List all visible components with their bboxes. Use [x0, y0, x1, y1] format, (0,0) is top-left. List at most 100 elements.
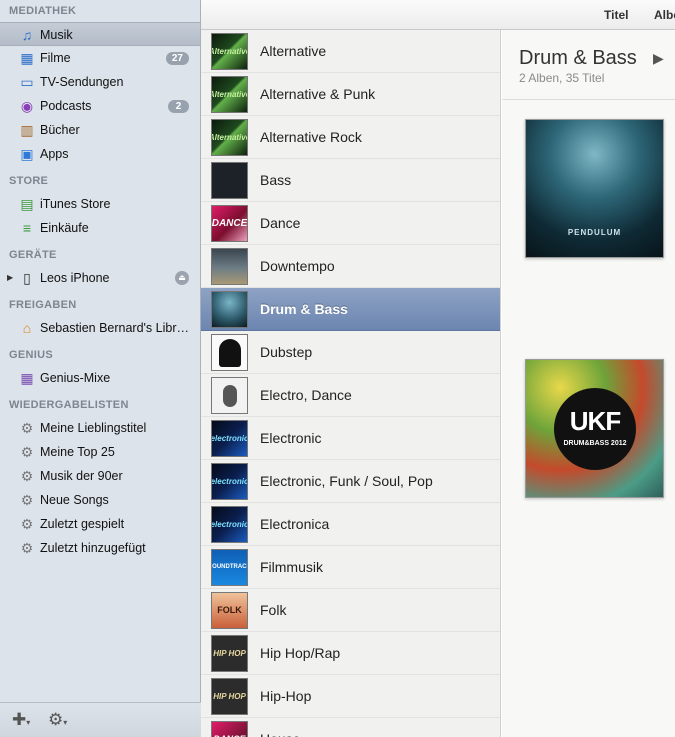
genre-label: House	[260, 718, 300, 737]
sidebar-item-label: Genius-Mixe	[40, 371, 111, 385]
gear-icon: ⚙	[20, 540, 34, 556]
genre-label: Hip Hop/Rap	[260, 645, 341, 661]
sidebar-item-shared-library[interactable]: ⌂ Sebastien Bernard's Libr…	[0, 316, 200, 340]
genre-row-filmmusik[interactable]: SOUNDTRACK Filmmusik	[201, 546, 500, 589]
sidebar-item-playlist[interactable]: ⚙ Zuletzt gespielt	[0, 512, 200, 536]
view-header: Titel Albe	[201, 0, 675, 30]
detail-title: Drum & Bass	[519, 47, 637, 69]
genre-row-electro-dance[interactable]: Electro, Dance	[201, 374, 500, 417]
sidebar-item-podcasts[interactable]: ◉ Podcasts 2	[0, 94, 200, 118]
tv-icon: ▭	[20, 74, 34, 90]
genre-row-house[interactable]: DANCE House	[201, 718, 500, 737]
genre-label: Alternative Rock	[260, 129, 362, 145]
genre-artwork: Alternative	[211, 33, 248, 70]
divider	[502, 99, 675, 100]
sidebar-item-label: Leos iPhone	[40, 271, 110, 285]
sidebar-item-iphone[interactable]: ▶ ▯ Leos iPhone ⏏	[0, 266, 200, 290]
genre-label: Hip-Hop	[260, 688, 312, 704]
sidebar-item-musik[interactable]: ♫ Musik	[0, 22, 200, 46]
genre-detail-pane: Drum & Bass ▶ 2 Alben, 35 Titel PENDULUM…	[502, 30, 675, 737]
album-cover-ukf[interactable]: UKF DRUM&BASS 2012	[525, 359, 664, 498]
sidebar-item-playlist[interactable]: ⚙ Musik der 90er	[0, 464, 200, 488]
genre-artwork: HIP HOP	[211, 635, 248, 672]
sidebar-item-filme[interactable]: ▦ Filme 27	[0, 46, 200, 70]
sidebar-item-genius-mixe[interactable]: ▦ Genius-Mixe	[0, 366, 200, 390]
sidebar-item-label: Musik	[40, 28, 73, 42]
genre-row-electronica[interactable]: electronic Electronica	[201, 503, 500, 546]
gear-icon: ⚙	[20, 516, 34, 532]
sidebar-item-einkaeufe[interactable]: ≡ Einkäufe	[0, 216, 200, 240]
music-note-icon: ♫	[21, 27, 33, 43]
film-icon: ▦	[20, 50, 34, 66]
sidebar-item-label: Apps	[40, 147, 69, 161]
sidebar: MEDIATHEK ♫ Musik ▦ Filme 27 ▭ TV-Sendun…	[0, 0, 201, 737]
sidebar-toolbar: ✚▾ ⚙▾	[0, 702, 201, 737]
genre-row-hip-hop[interactable]: HIP HOP Hip-Hop	[201, 675, 500, 718]
genre-row-downtempo[interactable]: Downtempo	[201, 245, 500, 288]
genre-artwork: electronic	[211, 506, 248, 543]
album-cover-subtext: DRUM&BASS 2012	[563, 440, 627, 447]
genre-artwork	[211, 291, 248, 328]
shopping-bag-icon: ▤	[20, 196, 34, 212]
gear-icon: ⚙	[20, 444, 34, 460]
sidebar-item-label: Neue Songs	[40, 493, 109, 507]
sidebar-item-label: Filme	[40, 51, 71, 65]
genre-list: Alternative Alternative Alternative Alte…	[201, 30, 501, 737]
genre-row-alternative[interactable]: Alternative Alternative	[201, 30, 500, 73]
add-playlist-button[interactable]: ✚▾	[12, 711, 30, 732]
genre-artwork	[211, 377, 248, 414]
sidebar-item-label: Meine Lieblingstitel	[40, 421, 147, 435]
genre-row-alternative-punk[interactable]: Alternative Alternative & Punk	[201, 73, 500, 116]
detail-subtitle: 2 Alben, 35 Titel	[519, 71, 605, 85]
album-cover-text: UKF	[569, 406, 621, 436]
genre-row-electronic[interactable]: electronic Electronic	[201, 417, 500, 460]
genre-label: Dance	[260, 215, 301, 231]
genre-artwork: FOLK	[211, 592, 248, 629]
gear-icon: ⚙	[20, 492, 34, 508]
album-cover-pendulum[interactable]: PENDULUM	[525, 119, 664, 258]
genre-row-hip-hop-rap[interactable]: HIP HOP Hip Hop/Rap	[201, 632, 500, 675]
tab-titel[interactable]: Titel	[604, 8, 628, 22]
podcast-icon: ◉	[20, 98, 34, 114]
eject-icon[interactable]: ⏏	[175, 271, 189, 285]
sidebar-item-playlist[interactable]: ⚙ Zuletzt hinzugefügt	[0, 536, 200, 560]
section-title-devices: GERÄTE	[9, 249, 57, 261]
genre-row-folk[interactable]: FOLK Folk	[201, 589, 500, 632]
sidebar-item-playlist[interactable]: ⚙ Neue Songs	[0, 488, 200, 512]
genre-artwork: SOUNDTRACK	[211, 549, 248, 586]
genre-row-dance[interactable]: DANCE Dance	[201, 202, 500, 245]
genre-artwork: electronic	[211, 463, 248, 500]
app-store-icon: ▣	[20, 146, 34, 162]
sidebar-item-label: Podcasts	[40, 99, 92, 113]
sidebar-item-label: TV-Sendungen	[40, 75, 124, 89]
sidebar-item-playlist[interactable]: ⚙ Meine Top 25	[0, 440, 200, 464]
album-cover-text: PENDULUM	[567, 228, 622, 237]
genre-row-alternative-rock[interactable]: Alternative Alternative Rock	[201, 116, 500, 159]
genre-label: Electronic	[260, 430, 322, 446]
genre-artwork: Alternative	[211, 76, 248, 113]
genre-artwork: DANCE	[211, 205, 248, 242]
disclosure-triangle-icon[interactable]: ▶	[7, 266, 13, 290]
sidebar-item-itunes-store[interactable]: ▤ iTunes Store	[0, 192, 200, 216]
sidebar-item-tv[interactable]: ▭ TV-Sendungen	[0, 70, 200, 94]
sidebar-item-buecher[interactable]: ▥ Bücher	[0, 118, 200, 142]
genre-row-electronic-funk-soul-pop[interactable]: electronic Electronic, Funk / Soul, Pop	[201, 460, 500, 503]
genre-artwork: HIP HOP	[211, 678, 248, 715]
settings-gear-button[interactable]: ⚙▾	[48, 711, 67, 732]
sidebar-item-label: Zuletzt gespielt	[40, 517, 125, 531]
tab-alben[interactable]: Albe	[654, 8, 675, 22]
gear-icon: ⚙	[20, 420, 34, 436]
genre-label: Folk	[260, 602, 287, 618]
genius-mix-icon: ▦	[20, 370, 34, 386]
sidebar-item-playlist[interactable]: ⚙ Meine Lieblingstitel	[0, 416, 200, 440]
play-icon[interactable]: ▶	[653, 50, 664, 67]
genre-label: Alternative	[260, 43, 327, 59]
sidebar-item-label: Musik der 90er	[40, 469, 123, 483]
book-icon: ▥	[20, 122, 34, 138]
genre-row-dubstep[interactable]: Dubstep	[201, 331, 500, 374]
genre-row-bass[interactable]: Bass	[201, 159, 500, 202]
genre-artwork: Alternative	[211, 119, 248, 156]
sidebar-item-apps[interactable]: ▣ Apps	[0, 142, 200, 166]
genre-label: Bass	[260, 172, 292, 188]
genre-row-drum-and-bass[interactable]: Drum & Bass	[201, 288, 500, 331]
